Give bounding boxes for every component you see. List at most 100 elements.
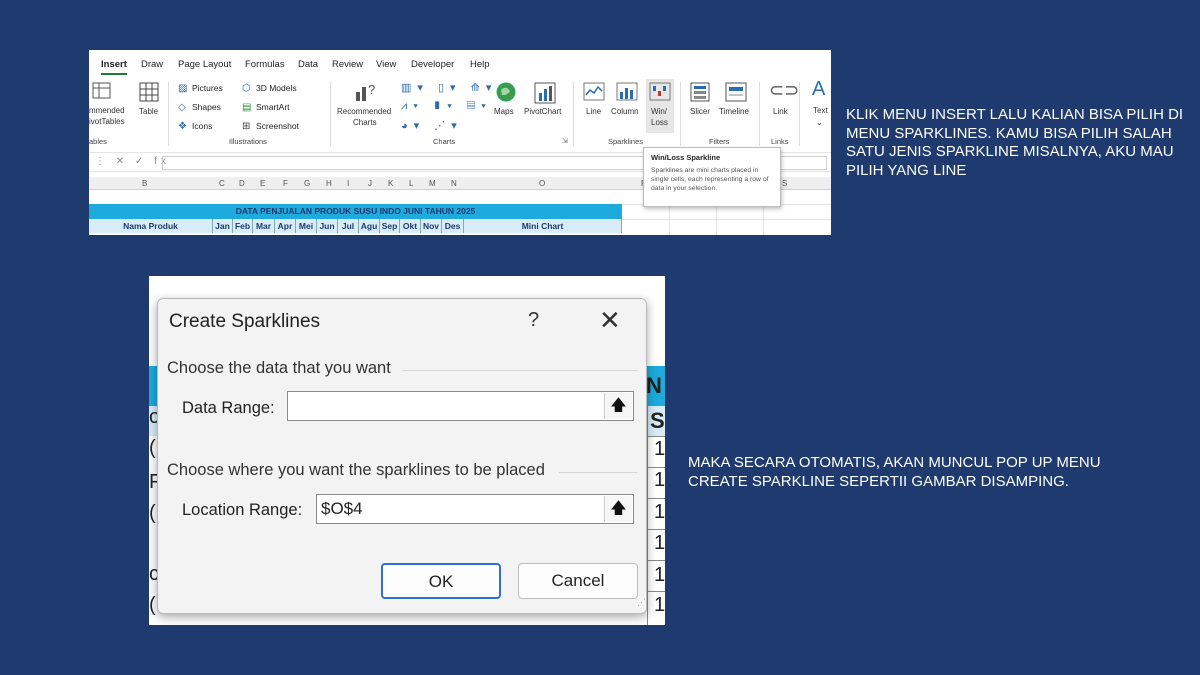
shapes-button[interactable]: Shapes: [192, 102, 221, 112]
sheet-title[interactable]: DATA PENJUALAN PRODUK SUSU INDO JUNI TAH…: [89, 204, 622, 219]
column-header[interactable]: M: [429, 179, 436, 188]
column-header[interactable]: K: [388, 179, 393, 188]
column-header[interactable]: D: [239, 179, 245, 188]
chevron-down-icon[interactable]: ⌄: [816, 118, 823, 127]
tab-developer[interactable]: Developer: [411, 59, 454, 70]
group-divider: [168, 82, 169, 146]
link-icon: ⊂⊃: [769, 80, 800, 100]
header-cell-month[interactable]: Okt: [400, 219, 421, 233]
tab-insert[interactable]: Insert: [101, 59, 127, 75]
header-cell-month[interactable]: Feb: [233, 219, 253, 233]
close-icon[interactable]: ✕: [599, 305, 621, 336]
tab-review[interactable]: Review: [332, 59, 363, 70]
sparkline-column-icon: [616, 82, 638, 101]
formula-icons[interactable]: ⋮ ✕ ✓ fx: [95, 156, 170, 167]
header-cell-month[interactable]: Agu: [359, 219, 380, 233]
tooltip-body: Sparklines are mini charts placed in sin…: [651, 167, 769, 192]
pie-chart-icon[interactable]: ◕▾ ⋰▾: [401, 119, 463, 132]
section-divider: [559, 472, 637, 473]
recommended-charts-icon: ?: [356, 82, 375, 101]
column-header[interactable]: B: [142, 179, 147, 188]
cancel-button[interactable]: Cancel: [518, 563, 638, 599]
background-cell-value: 1: [654, 438, 665, 460]
grid-line: [647, 467, 665, 468]
timeline-icon: [725, 82, 747, 102]
column-header[interactable]: F: [283, 179, 288, 188]
dialog-launcher-icon[interactable]: ⇲: [562, 137, 568, 145]
recommended-pivottables-label-1[interactable]: mmended: [89, 106, 125, 115]
header-cell-month[interactable]: Des: [442, 219, 464, 233]
header-cell-month[interactable]: Jul: [338, 219, 359, 233]
sparkline-winloss-label-1[interactable]: Win/: [651, 107, 667, 116]
maps-button[interactable]: Maps: [494, 107, 514, 116]
column-header[interactable]: C: [219, 179, 225, 188]
text-icon: A: [812, 78, 826, 100]
grid-line: [647, 436, 665, 437]
3d-models-icon: ⬡: [242, 83, 251, 94]
column-header[interactable]: H: [326, 179, 332, 188]
column-header[interactable]: L: [409, 179, 413, 188]
recommended-charts-label-2[interactable]: Charts: [353, 118, 377, 127]
pivot-table-icon: [92, 82, 111, 99]
header-cell-month[interactable]: Jan: [213, 219, 233, 233]
filters-group-label: Filters: [709, 137, 730, 146]
charts-group-label: Charts: [433, 137, 456, 146]
header-cell-month[interactable]: Mei: [296, 219, 317, 233]
pivotchart-button[interactable]: PivotChart: [524, 107, 561, 116]
header-cell-month[interactable]: Sep: [380, 219, 400, 233]
column-header[interactable]: O: [539, 179, 545, 188]
column-header[interactable]: S: [782, 179, 787, 188]
data-range-label: Data Range:: [182, 399, 275, 417]
section-divider: [403, 370, 637, 371]
tab-data[interactable]: Data: [298, 59, 318, 70]
screenshot-button[interactable]: Screenshot: [256, 121, 299, 131]
data-range-input[interactable]: 🡅: [287, 391, 634, 421]
resize-grip-icon[interactable]: ⋰: [637, 597, 646, 608]
sparkline-winloss-label-2[interactable]: Loss: [651, 118, 668, 127]
table-icon: [139, 82, 159, 102]
header-cell-month[interactable]: Mar: [253, 219, 275, 233]
timeline-button[interactable]: Timeline: [719, 107, 749, 116]
tab-page-layout[interactable]: Page Layout: [178, 59, 231, 70]
recommended-pivottables-label-2[interactable]: ivotTables: [89, 117, 125, 126]
column-header[interactable]: G: [304, 179, 310, 188]
collapse-dialog-icon[interactable]: 🡅: [604, 496, 632, 522]
header-cell-name[interactable]: Nama Produk: [89, 219, 213, 233]
group-divider: [680, 82, 681, 146]
icons-button[interactable]: Icons: [192, 121, 212, 131]
collapse-dialog-icon[interactable]: 🡅: [604, 393, 632, 419]
background-cell-value: 1: [654, 469, 665, 491]
location-range-input[interactable]: $O$4 🡅: [316, 494, 634, 524]
table-button[interactable]: Table: [139, 107, 158, 116]
help-button[interactable]: ?: [528, 309, 539, 332]
smartart-button[interactable]: SmartArt: [256, 102, 290, 112]
link-button[interactable]: Link: [773, 107, 788, 116]
3d-models-button[interactable]: 3D Models: [256, 83, 297, 93]
header-cell-mini-chart[interactable]: Mini Chart: [464, 219, 622, 233]
tab-help[interactable]: Help: [470, 59, 490, 70]
maps-icon: [496, 82, 516, 102]
column-header[interactable]: N: [451, 179, 457, 188]
column-header[interactable]: I: [347, 179, 349, 188]
sparkline-line-button[interactable]: Line: [586, 107, 601, 116]
winloss-tooltip: Win/Loss Sparkline Sparklines are mini c…: [643, 147, 781, 207]
group-divider: [799, 82, 800, 146]
recommended-charts-label-1[interactable]: Recommended: [337, 107, 391, 116]
text-button[interactable]: Text: [813, 106, 828, 115]
line-chart-icon[interactable]: ⩘▾ ▮▾ ▤▾: [401, 100, 492, 113]
sparkline-column-button[interactable]: Column: [611, 107, 639, 116]
header-cell-month[interactable]: Apr: [275, 219, 296, 233]
slicer-icon: [690, 82, 710, 102]
header-cell-month[interactable]: Jun: [317, 219, 338, 233]
column-chart-icon[interactable]: ▥▾ ▯▾ ⟰▾: [401, 81, 497, 94]
column-header[interactable]: J: [368, 179, 372, 188]
header-cell-month[interactable]: Nov: [421, 219, 442, 233]
ok-button[interactable]: OK: [381, 563, 501, 599]
tab-formulas[interactable]: Formulas: [245, 59, 285, 70]
tab-draw[interactable]: Draw: [141, 59, 163, 70]
slicer-button[interactable]: Slicer: [690, 107, 710, 116]
column-header[interactable]: E: [260, 179, 265, 188]
tab-view[interactable]: View: [376, 59, 396, 70]
pictures-button[interactable]: Pictures: [192, 83, 223, 93]
background-header-text: N: [646, 373, 662, 398]
